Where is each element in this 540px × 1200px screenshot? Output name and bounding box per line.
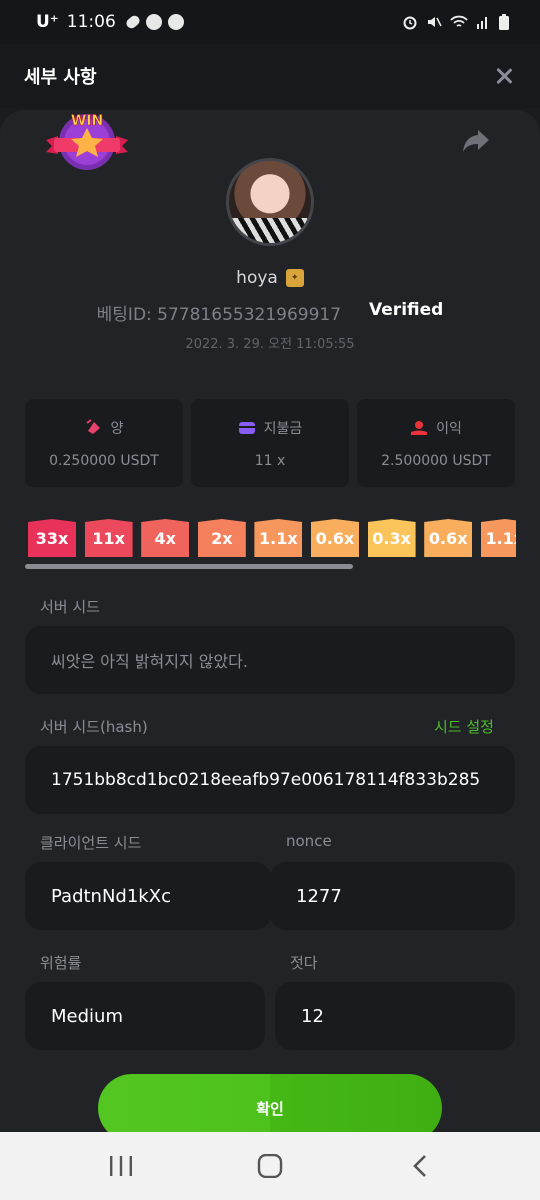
bet-detail-card: WIN hoya ✦ 베팅ID: 57781655321969917 Verif… xyxy=(0,110,540,1142)
win-badge-icon: WIN xyxy=(46,113,128,170)
multiplier-chip: 1.1x xyxy=(480,519,516,557)
status-time: 11:06 xyxy=(66,12,116,32)
bet-id: 베팅ID: 57781655321969917 xyxy=(96,305,342,325)
profit-hand-icon xyxy=(411,421,428,435)
multiplier-chip: 4x xyxy=(141,519,190,557)
server-seed-hash-field[interactable]: 1751bb8cd1bc0218eeafb97e006178114f833b28… xyxy=(25,746,515,814)
stat-profit: 이익 2.500000 USDT xyxy=(357,399,515,487)
notification-icons xyxy=(124,13,184,31)
recent-apps-icon[interactable] xyxy=(106,1154,136,1178)
nonce-label: nonce xyxy=(286,832,332,850)
bet-id-row: 베팅ID: 57781655321969917 Verified xyxy=(0,300,540,325)
risk-label: 위험률 xyxy=(40,954,82,972)
back-icon[interactable] xyxy=(406,1154,436,1178)
server-seed-field: 씨앗은 아직 밝혀지지 않았다. xyxy=(25,626,515,694)
username: hoya xyxy=(236,268,278,288)
multiplier-chip: 1.1x xyxy=(254,519,303,557)
chat-icon xyxy=(167,14,184,30)
carrier-label: U⁺ xyxy=(36,12,59,32)
server-seed-hash-label: 서버 시드(hash) xyxy=(40,718,148,736)
page-title: 세부 사항 xyxy=(24,67,97,88)
multiplier-chip: 11x xyxy=(84,519,133,557)
client-seed-field[interactable]: PadtnNd1kXc xyxy=(25,862,271,930)
stat-profit-label: 이익 xyxy=(436,421,462,437)
username-row: hoya ✦ xyxy=(0,268,540,288)
set-seed-link[interactable]: 시드 설정 xyxy=(434,716,494,737)
bet-chip-icon xyxy=(85,419,100,434)
lock-app-icon xyxy=(145,14,162,30)
server-seed-label: 서버 시드 xyxy=(40,598,100,616)
stat-payout-value: 11 x xyxy=(254,453,286,469)
stat-amount-label: 양 xyxy=(110,421,124,437)
multiplier-chip: 33x xyxy=(28,519,76,557)
share-icon[interactable] xyxy=(462,128,490,154)
multiplier-chip: 0.6x xyxy=(424,519,473,557)
system-icons xyxy=(402,13,510,31)
bet-date: 2022. 3. 29. 오전 11:05:55 xyxy=(185,337,355,352)
mute-icon xyxy=(428,17,442,27)
pill-icon xyxy=(124,13,142,31)
client-seed-label: 클라이언트 시드 xyxy=(40,834,142,852)
multiplier-chip: 0.3x xyxy=(367,519,416,557)
battery-icon xyxy=(499,14,509,30)
signal-icon xyxy=(477,17,487,29)
alarm-icon xyxy=(403,16,417,30)
rows-label: 젓다 xyxy=(290,954,318,972)
multiplier-chip: 2x xyxy=(197,519,246,557)
stat-amount-value: 0.250000 USDT xyxy=(49,453,159,469)
wallet-icon xyxy=(238,422,255,434)
home-icon[interactable] xyxy=(255,1154,285,1178)
stat-amount: 양 0.250000 USDT xyxy=(25,399,183,487)
nonce-field[interactable]: 1277 xyxy=(270,862,515,930)
multiplier-strip[interactable]: 33x11x4x2x1.1x0.6x0.3x0.6x1.1x xyxy=(28,519,516,557)
header-bar: 세부 사항 xyxy=(0,44,540,108)
stat-payout-label: 지불금 xyxy=(263,421,303,437)
status-bar: U⁺ 11:06 xyxy=(0,0,540,44)
rows-field[interactable]: 12 xyxy=(275,982,515,1050)
vip-badge-icon: ✦ xyxy=(285,269,304,287)
close-icon[interactable] xyxy=(492,64,516,88)
multiplier-scrollbar[interactable] xyxy=(25,564,353,569)
avatar xyxy=(226,158,314,246)
wifi-icon xyxy=(450,15,468,27)
system-nav-bar xyxy=(0,1132,540,1200)
stat-payout: 지불금 11 x xyxy=(191,399,349,487)
risk-field[interactable]: Medium xyxy=(25,982,265,1050)
stat-profit-value: 2.500000 USDT xyxy=(381,453,491,469)
multiplier-chip: 0.6x xyxy=(311,519,359,557)
verified-status[interactable]: Verified xyxy=(369,300,443,325)
win-badge-text: WIN xyxy=(71,113,103,129)
